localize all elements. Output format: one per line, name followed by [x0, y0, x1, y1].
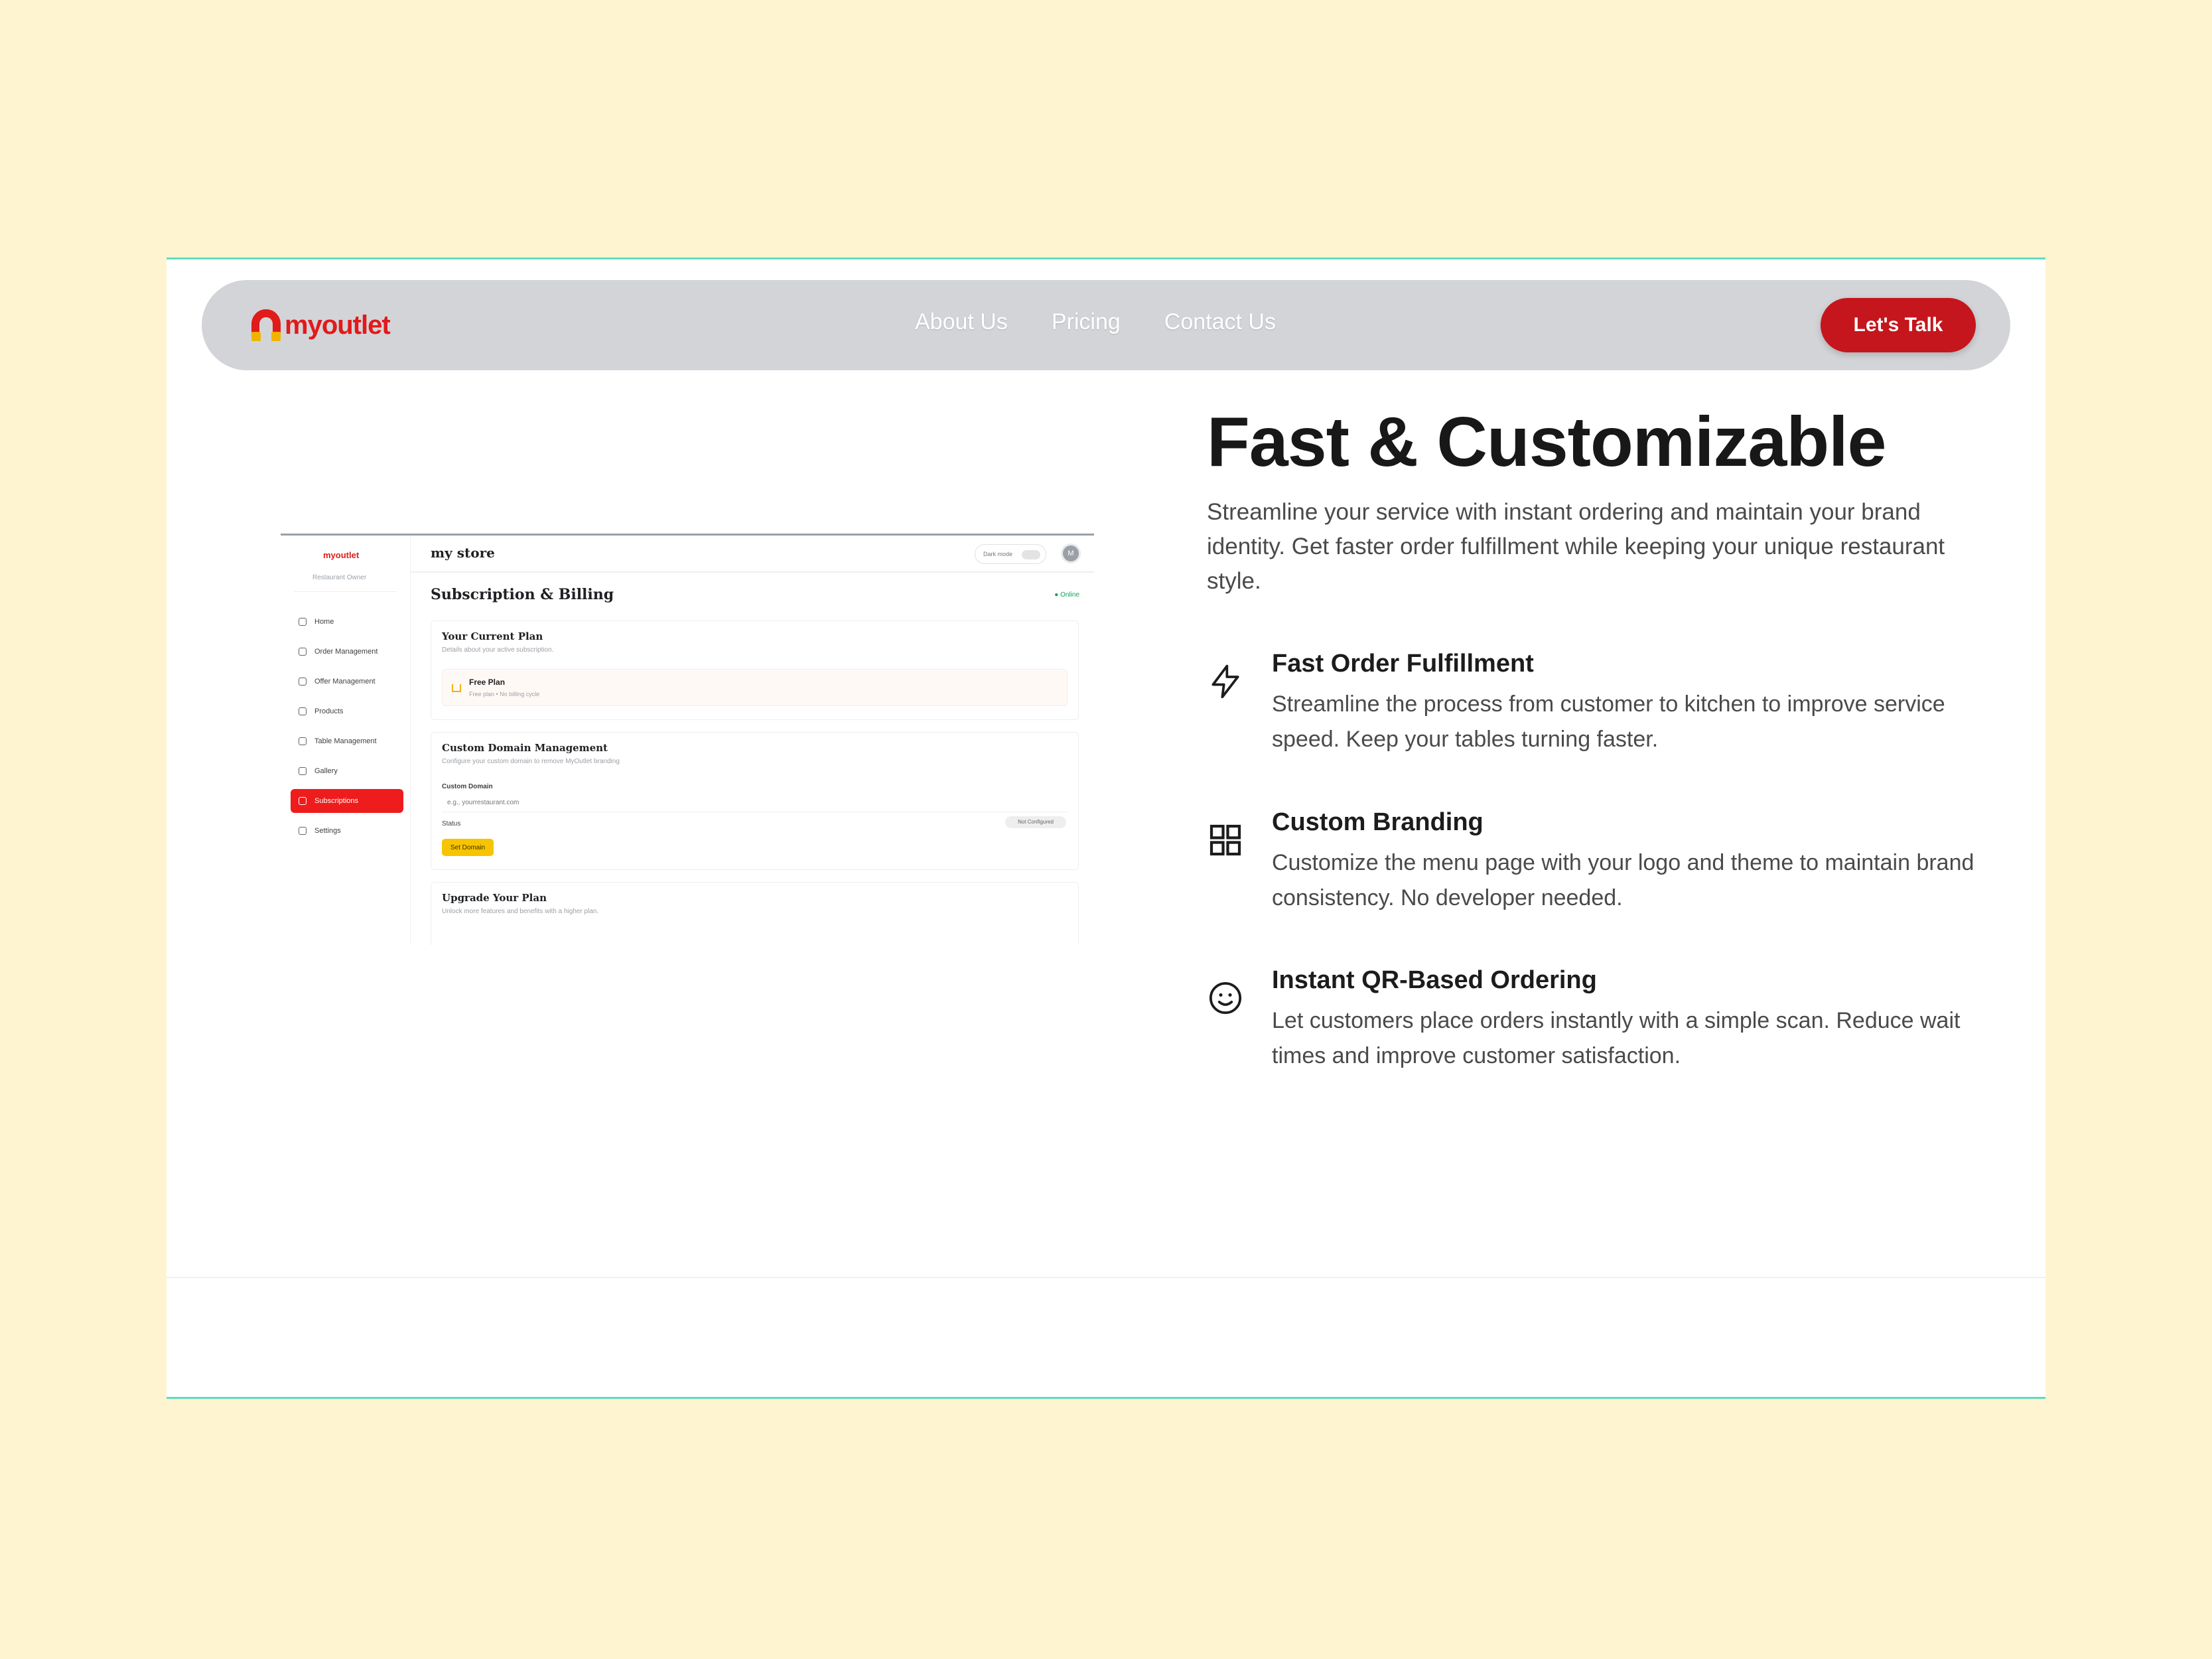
mock-logo: myoutlet [323, 550, 360, 560]
nav-link-contact[interactable]: Contact Us [1164, 309, 1276, 335]
feature-custom-branding: Custom Branding Customize the menu page … [1207, 808, 2010, 941]
plan-box: Free Plan Free plan • No billing cycle [442, 669, 1068, 706]
lightning-icon [1211, 664, 1239, 699]
mock-role: Restaurant Owner [312, 574, 367, 581]
brand-name: myoutlet [285, 310, 391, 340]
dark-mode-label: Dark mode [983, 551, 1013, 557]
page-title: Subscription & Billing [431, 586, 614, 603]
nav-link-pricing[interactable]: Pricing [1052, 309, 1121, 335]
current-plan-card: Your Current Plan Details about your act… [431, 620, 1079, 720]
sidebar-item-gallery[interactable]: Gallery [291, 759, 403, 783]
crown-icon [452, 684, 461, 692]
avatar[interactable]: M [1061, 543, 1081, 563]
sidebar-item-subscriptions[interactable]: Subscriptions [291, 789, 403, 813]
dollar-icon [299, 797, 307, 805]
gear-icon [299, 827, 307, 835]
feature-title: Instant QR-Based Ordering [1272, 966, 1597, 994]
image-icon [299, 767, 307, 775]
nav-link-about[interactable]: About Us [915, 309, 1008, 335]
lets-talk-button[interactable]: Let's Talk [1821, 298, 1976, 352]
sidebar-item-tables[interactable]: Table Management [291, 729, 403, 753]
dark-mode-toggle[interactable]: Dark mode [975, 544, 1046, 564]
online-status: ● Online [1054, 591, 1079, 599]
feature-title: Custom Branding [1272, 808, 1484, 836]
list-icon [299, 648, 307, 656]
sidebar-item-label: Table Management [314, 737, 377, 745]
store-name: my store [431, 545, 495, 561]
sidebar-item-orders[interactable]: Order Management [291, 640, 403, 664]
feature-description: Streamline the process from customer to … [1272, 691, 1945, 752]
tag-icon [299, 678, 307, 685]
feature-title: Fast Order Fulfillment [1272, 650, 1534, 678]
upgrade-plan-card: Upgrade Your Plan Unlock more features a… [431, 882, 1079, 945]
plan-name: Free Plan [469, 678, 506, 687]
card-title: Your Current Plan [442, 630, 543, 642]
card-subtitle: Details about your active subscription. [442, 646, 554, 654]
domain-label: Custom Domain [442, 783, 493, 790]
hero-title: Fast & Customizable [1207, 403, 1887, 481]
online-label: Online [1060, 591, 1079, 599]
sidebar-divider [294, 591, 397, 592]
custom-domain-card: Custom Domain Management Configure your … [431, 732, 1079, 870]
sidebar-item-label: Settings [314, 827, 341, 835]
footer-divider [167, 1277, 2045, 1278]
mock-sidebar: myoutlet Restaurant Owner Home Order Man… [281, 536, 410, 945]
status-badge: Not Configured [1005, 816, 1066, 828]
toggle-switch[interactable] [1022, 550, 1040, 559]
feature-qr-ordering: Instant QR-Based Ordering Let customers … [1207, 966, 2010, 1099]
sidebar-item-home[interactable]: Home [291, 610, 403, 634]
sidebar-item-label: Subscriptions [314, 797, 359, 805]
feature-description: Customize the menu page with your logo a… [1272, 850, 1974, 910]
set-domain-button[interactable]: Set Domain [442, 839, 494, 856]
custom-domain-input[interactable] [442, 794, 1068, 812]
home-icon [299, 618, 307, 626]
plan-subtitle: Free plan • No billing cycle [469, 691, 540, 697]
sidebar-item-label: Gallery [314, 767, 338, 775]
card-title: Upgrade Your Plan [442, 892, 547, 904]
sidebar-item-label: Offer Management [314, 678, 376, 685]
grid-icon [1210, 824, 1241, 856]
card-title: Custom Domain Management [442, 742, 608, 754]
mock-main: my store Dark mode M Subscription & Bill… [410, 536, 1094, 945]
sidebar-item-products[interactable]: Products [291, 699, 403, 723]
sidebar-item-label: Home [314, 618, 334, 626]
table-icon [299, 737, 307, 745]
nav-links: About Us Pricing Contact Us [915, 309, 1276, 335]
mock-topbar: my store Dark mode M [411, 536, 1094, 573]
sidebar-item-label: Order Management [314, 648, 378, 656]
feature-description: Let customers place orders instantly wit… [1272, 1008, 1961, 1068]
status-label: Status [442, 820, 461, 828]
brand-logo[interactable]: myoutlet [251, 309, 391, 341]
hero-description: Streamline your service with instant ord… [1207, 499, 1945, 594]
box-icon [299, 707, 307, 715]
logo-mark-icon [251, 309, 281, 341]
card-subtitle: Configure your custom domain to remove M… [442, 758, 620, 765]
dashboard-preview: myoutlet Restaurant Owner Home Order Man… [281, 534, 1094, 945]
sidebar-item-label: Products [314, 707, 344, 715]
navbar: myoutlet About Us Pricing Contact Us Let… [202, 280, 2010, 370]
feature-fast-order: Fast Order Fulfillment Streamline the pr… [1207, 650, 2010, 782]
page-frame: myoutlet About Us Pricing Contact Us Let… [167, 257, 2045, 1399]
sidebar-item-settings[interactable]: Settings [291, 819, 403, 843]
smiley-icon [1209, 981, 1242, 1015]
card-subtitle: Unlock more features and benefits with a… [442, 908, 599, 915]
sidebar-item-offers[interactable]: Offer Management [291, 670, 403, 693]
